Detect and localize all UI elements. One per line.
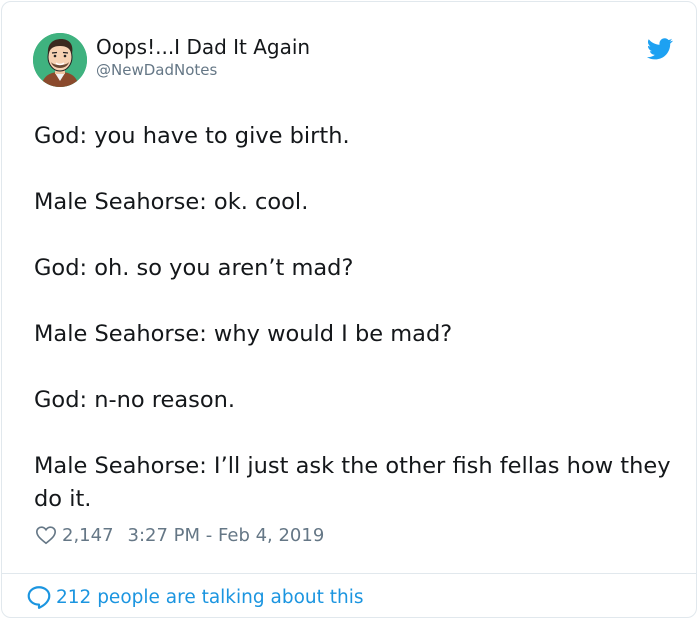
tweet-line: Male Seahorse: ok. cool. [34, 189, 309, 215]
author-names: Oops!...I Dad It Again @NewDadNotes [96, 34, 310, 80]
speech-bubble-icon [27, 586, 51, 609]
twitter-bird-icon[interactable] [647, 38, 673, 60]
tweet-line: Male Seahorse: why would I be mad? [34, 321, 453, 347]
talking-link[interactable]: 212 people are talking about this [26, 584, 364, 610]
tweet-card: Oops!...I Dad It Again @NewDadNotes God:… [1, 1, 697, 618]
tweet-timestamp[interactable]: 3:27 PM - Feb 4, 2019 [128, 525, 325, 546]
tweet-line: God: n-no reason. [34, 387, 236, 413]
tweet-header: Oops!...I Dad It Again @NewDadNotes [33, 33, 673, 93]
tweet-line: God: oh. so you aren’t mad? [34, 255, 354, 281]
like-count[interactable]: 2,147 [62, 525, 114, 546]
heart-icon[interactable] [35, 524, 57, 546]
author-handle[interactable]: @NewDadNotes [96, 60, 310, 80]
footer-divider [2, 573, 696, 574]
author-display-name[interactable]: Oops!...I Dad It Again [96, 34, 310, 60]
author-avatar[interactable] [33, 33, 87, 87]
cartoon-man-avatar-icon [33, 33, 87, 87]
talking-text: 212 people are talking about this [56, 586, 364, 608]
tweet-line: Male Seahorse: I’ll just ask the other f… [34, 453, 671, 512]
tweet-line: God: you have to give birth. [34, 123, 350, 149]
tweet-meta: 2,147 3:27 PM - Feb 4, 2019 [35, 522, 324, 548]
tweet-text: God: you have to give birth. Male Seahor… [34, 120, 674, 516]
